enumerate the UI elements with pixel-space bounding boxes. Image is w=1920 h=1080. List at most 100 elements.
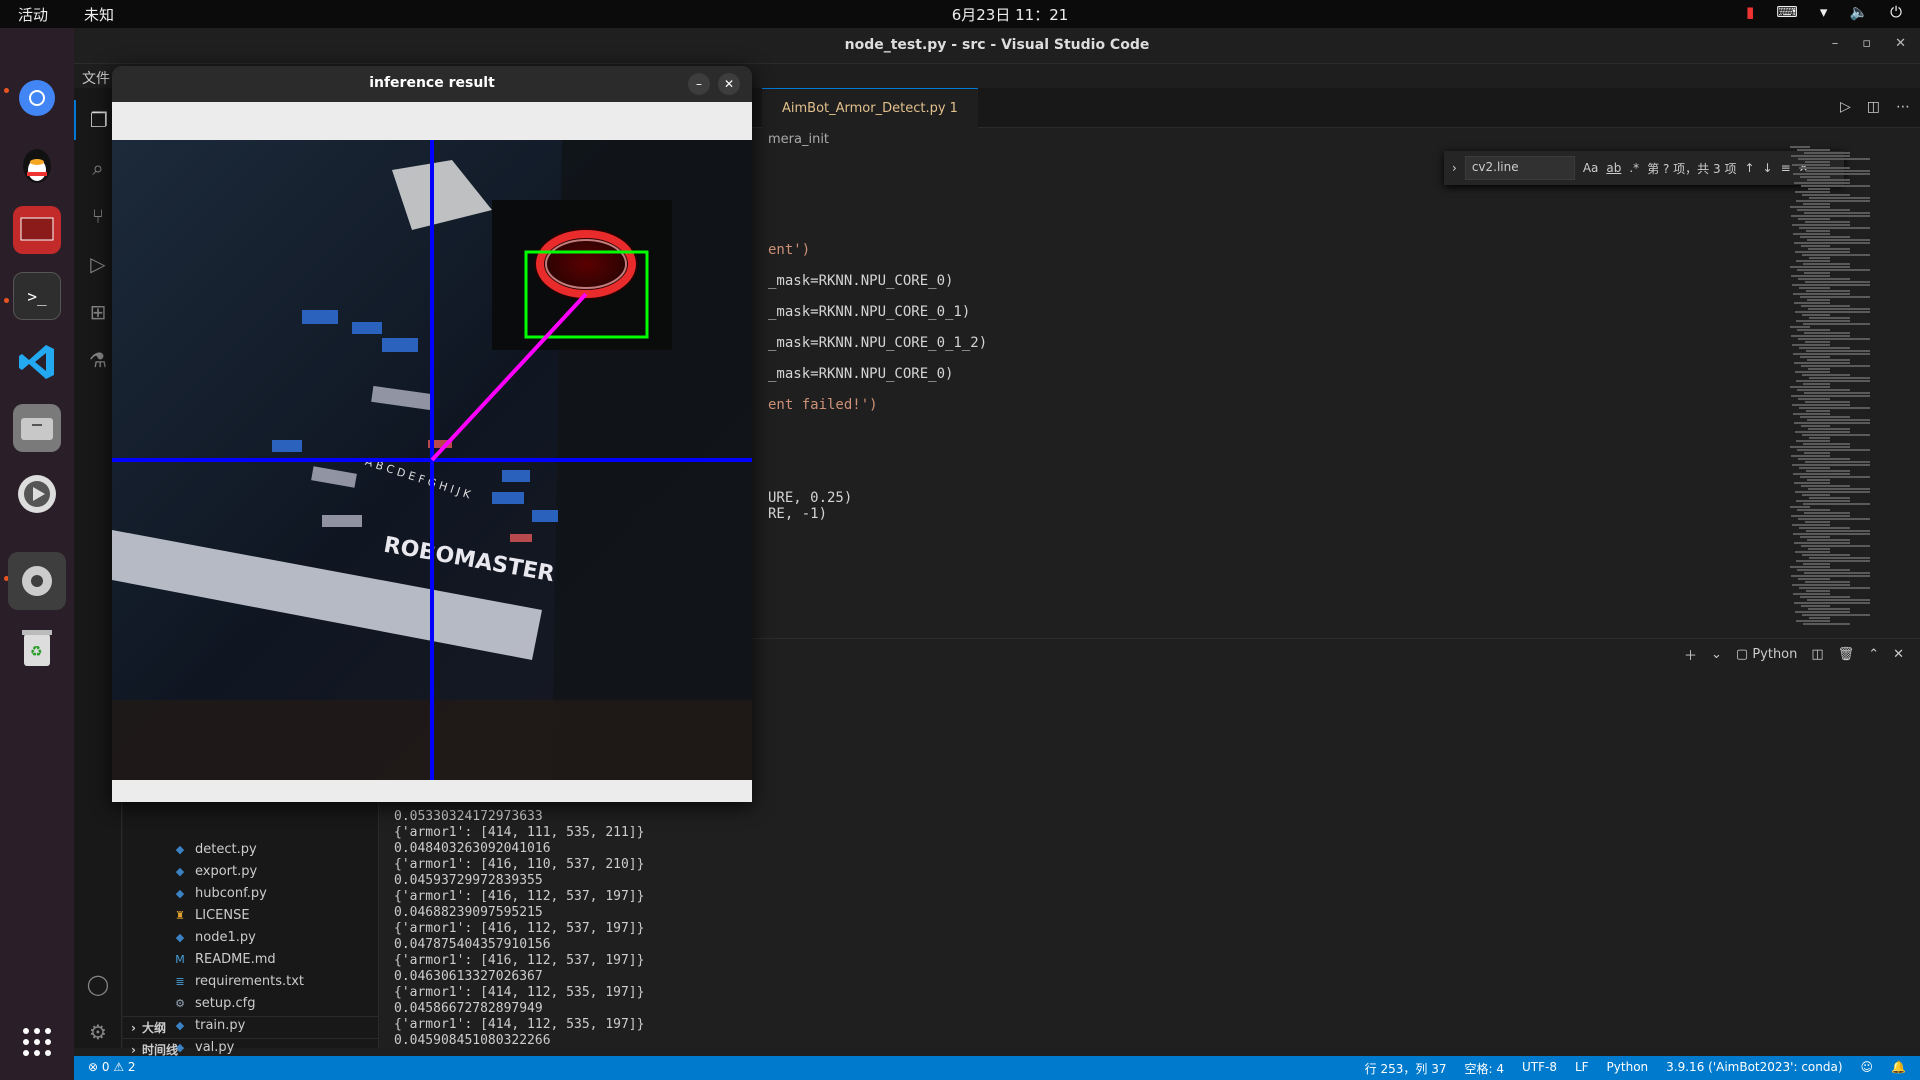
minimize-button[interactable]: – — [1832, 36, 1839, 51]
minimap-line — [1795, 491, 1870, 493]
bell-icon[interactable]: 🔔 — [1891, 1060, 1906, 1077]
minimap-line — [1798, 398, 1830, 400]
account-icon[interactable]: ◯ — [74, 964, 122, 1004]
python-interpreter[interactable]: 3.9.16 ('AimBot2023': conda) — [1666, 1060, 1842, 1077]
terminal-shell-label[interactable]: ▢ Python — [1736, 647, 1797, 662]
cursor-position[interactable]: 行 253，列 37 — [1365, 1060, 1447, 1077]
power-icon[interactable]: ⏻ — [1890, 3, 1902, 21]
system-tray[interactable]: ▮ ⌨ ▾ 🔈 ⏻ — [1746, 3, 1902, 21]
code-line[interactable]: RE, -1) — [768, 506, 827, 522]
maximize-panel-icon[interactable]: ⌃ — [1868, 647, 1879, 662]
split-terminal-icon[interactable]: ◫ — [1811, 647, 1823, 662]
minimap[interactable] — [1786, 146, 1896, 626]
minimap-line — [1795, 611, 1850, 613]
outline-section[interactable]: › 大纲 — [123, 1016, 379, 1038]
explorer-file-label: export.py — [195, 863, 258, 879]
language-mode[interactable]: Python — [1607, 1060, 1649, 1077]
feedback-icon[interactable]: ☺ — [1861, 1060, 1874, 1077]
indentation[interactable]: 空格: 4 — [1464, 1060, 1504, 1077]
minimap-line — [1790, 386, 1830, 388]
minimap-line — [1802, 314, 1830, 316]
chevron-down-icon[interactable]: ⌄ — [1711, 647, 1722, 662]
inference-result-window[interactable]: inference result – ✕ ROBOMASTER A B C D … — [112, 66, 752, 802]
minimize-icon[interactable]: – — [688, 73, 710, 95]
regex-toggle[interactable]: .* — [1629, 161, 1639, 175]
split-editor-icon[interactable]: ◫ — [1867, 99, 1880, 115]
code-line[interactable]: _mask=RKNN.NPU_CORE_0_1) — [768, 304, 970, 320]
code-line[interactable]: _mask=RKNN.NPU_CORE_0) — [768, 273, 953, 289]
minimap-line — [1797, 569, 1850, 571]
tab-aimbot-armor-detect[interactable]: AimBot_Armor_Detect.py 1 — [762, 88, 978, 128]
code-line[interactable]: _mask=RKNN.NPU_CORE_0) — [768, 366, 953, 382]
wifi-icon[interactable]: ▾ — [1820, 3, 1828, 21]
code-line[interactable]: URE, 0.25) — [768, 490, 852, 506]
minimap-line — [1794, 182, 1850, 184]
presentation-icon[interactable] — [13, 206, 61, 254]
run-icon[interactable]: ▷ — [1840, 99, 1851, 115]
minimap-line — [1803, 623, 1850, 625]
software-update-icon[interactable] — [13, 470, 61, 518]
minimap-line — [1800, 236, 1850, 238]
menu-file[interactable]: 文件 — [82, 68, 110, 88]
clock[interactable]: 6月23日 11：21 — [900, 4, 1120, 25]
minimap-line — [1799, 407, 1870, 409]
app-grid-icon[interactable] — [13, 1018, 61, 1066]
activities-button[interactable]: 活动 — [18, 4, 48, 25]
minimap-line — [1794, 542, 1850, 544]
chrome-icon[interactable] — [13, 74, 61, 122]
minimap-line — [1795, 371, 1830, 373]
toggle-replace-icon[interactable]: › — [1452, 161, 1457, 175]
explorer-file[interactable]: ⚙ setup.cfg — [173, 992, 255, 1014]
terminal-line: {'armor1': [416, 110, 537, 210]} — [394, 857, 645, 872]
files-icon[interactable] — [13, 404, 61, 452]
minimap-line — [1803, 323, 1870, 325]
find-input[interactable]: cv2.line — [1464, 156, 1575, 180]
terminal-icon[interactable]: >_ — [13, 272, 61, 320]
explorer-file[interactable]: ♜ LICENSE — [173, 904, 250, 926]
manage-gear-icon[interactable]: ⚙ — [74, 1012, 122, 1052]
keyboard-icon[interactable]: ⌨ — [1776, 3, 1798, 21]
inference-titlebar[interactable]: inference result – ✕ — [112, 66, 752, 102]
minimap-line — [1795, 551, 1830, 553]
vscode-icon[interactable] — [13, 338, 61, 386]
minimap-line — [1793, 533, 1870, 535]
explorer-file-label: requirements.txt — [195, 973, 305, 989]
next-match-icon[interactable]: ↓ — [1763, 161, 1773, 175]
minimap-line — [1793, 293, 1850, 295]
app-indicator[interactable]: 未知 — [84, 4, 114, 25]
explorer-file[interactable]: ◆ hubconf.py — [173, 882, 267, 904]
code-line[interactable]: ent') — [768, 242, 810, 258]
close-icon[interactable]: ✕ — [718, 73, 740, 95]
code-line[interactable]: ent failed!') — [768, 397, 878, 413]
explorer-file[interactable]: ◆ export.py — [173, 860, 257, 882]
config-file-icon: ⚙ — [175, 996, 185, 1010]
problems-indicator[interactable]: ⊗ 0 ⚠ 2 — [88, 1060, 136, 1074]
minimap-line — [1795, 251, 1850, 253]
encoding[interactable]: UTF-8 — [1522, 1060, 1557, 1077]
settings-icon[interactable] — [8, 552, 66, 610]
notification-icon[interactable]: ▮ — [1746, 3, 1754, 21]
close-button[interactable]: ✕ — [1895, 36, 1906, 51]
previous-match-icon[interactable]: ↑ — [1744, 161, 1754, 175]
code-line[interactable]: _mask=RKNN.NPU_CORE_0_1_2) — [768, 335, 987, 351]
breadcrumb[interactable]: mera_init — [768, 132, 829, 147]
minimap-line — [1797, 509, 1830, 511]
explorer-file[interactable]: ◆ node1.py — [173, 926, 256, 948]
maximize-button[interactable]: ▫ — [1862, 36, 1871, 51]
close-panel-icon[interactable]: ✕ — [1893, 647, 1904, 662]
trash-icon[interactable]: ♻ — [13, 624, 61, 672]
minimap-line — [1801, 545, 1870, 547]
explorer-file[interactable]: ◆ detect.py — [173, 838, 257, 860]
minimap-line — [1798, 458, 1850, 460]
minimap-line — [1808, 548, 1830, 550]
kill-terminal-icon[interactable]: 🗑 — [1838, 647, 1855, 662]
qq-icon[interactable] — [13, 140, 61, 188]
end-of-line[interactable]: LF — [1575, 1060, 1589, 1077]
match-case-toggle[interactable]: Aa — [1583, 161, 1599, 175]
whole-word-toggle[interactable]: ab — [1606, 161, 1621, 175]
explorer-file[interactable]: ≣ requirements.txt — [173, 970, 304, 992]
volume-icon[interactable]: 🔈 — [1849, 3, 1868, 21]
more-actions-icon[interactable]: ⋯ — [1896, 99, 1910, 115]
explorer-file[interactable]: M README.md — [173, 948, 275, 970]
new-terminal-icon[interactable]: ＋ — [1684, 645, 1697, 664]
